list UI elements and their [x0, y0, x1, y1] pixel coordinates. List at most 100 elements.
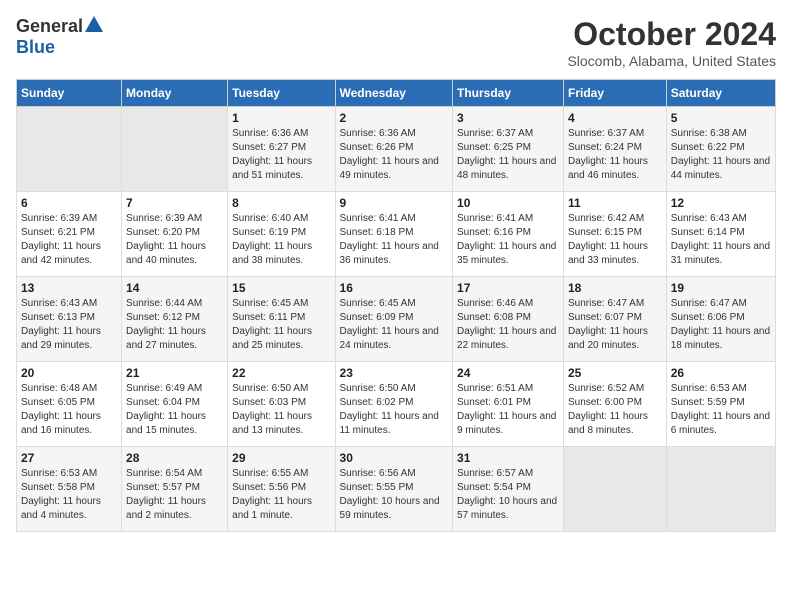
- table-row: 31 Sunrise: 6:57 AMSunset: 5:54 PMDaylig…: [453, 447, 564, 532]
- day-number: 27: [21, 451, 117, 465]
- day-info: Sunrise: 6:42 AMSunset: 6:15 PMDaylight:…: [568, 212, 662, 268]
- day-info: Sunrise: 6:43 AMSunset: 6:13 PMDaylight:…: [21, 297, 117, 353]
- day-info: Sunrise: 6:51 AMSunset: 6:01 PMDaylight:…: [457, 382, 559, 438]
- table-row: 19 Sunrise: 6:47 AMSunset: 6:06 PMDaylig…: [666, 277, 775, 362]
- day-info: Sunrise: 6:52 AMSunset: 6:00 PMDaylight:…: [568, 382, 662, 438]
- day-info: Sunrise: 6:47 AMSunset: 6:06 PMDaylight:…: [671, 297, 771, 353]
- day-info: Sunrise: 6:41 AMSunset: 6:18 PMDaylight:…: [340, 212, 449, 268]
- day-info: Sunrise: 6:45 AMSunset: 6:11 PMDaylight:…: [232, 297, 330, 353]
- day-info: Sunrise: 6:37 AMSunset: 6:24 PMDaylight:…: [568, 127, 662, 183]
- table-row: 7 Sunrise: 6:39 AMSunset: 6:20 PMDayligh…: [122, 192, 228, 277]
- day-number: 9: [340, 196, 449, 210]
- logo-bird-icon: [85, 16, 103, 37]
- table-row: 3 Sunrise: 6:37 AMSunset: 6:25 PMDayligh…: [453, 107, 564, 192]
- day-number: 18: [568, 281, 662, 295]
- table-row: 17 Sunrise: 6:46 AMSunset: 6:08 PMDaylig…: [453, 277, 564, 362]
- day-info: Sunrise: 6:45 AMSunset: 6:09 PMDaylight:…: [340, 297, 449, 353]
- day-info: Sunrise: 6:43 AMSunset: 6:14 PMDaylight:…: [671, 212, 771, 268]
- day-number: 19: [671, 281, 771, 295]
- day-number: 21: [126, 366, 223, 380]
- table-row: [122, 107, 228, 192]
- day-info: Sunrise: 6:39 AMSunset: 6:20 PMDaylight:…: [126, 212, 223, 268]
- table-row: 2 Sunrise: 6:36 AMSunset: 6:26 PMDayligh…: [335, 107, 453, 192]
- day-number: 31: [457, 451, 559, 465]
- day-number: 11: [568, 196, 662, 210]
- header-monday: Monday: [122, 80, 228, 107]
- day-number: 13: [21, 281, 117, 295]
- month-title: October 2024: [567, 16, 776, 53]
- day-number: 5: [671, 111, 771, 125]
- title-area: October 2024 Slocomb, Alabama, United St…: [567, 16, 776, 69]
- day-number: 24: [457, 366, 559, 380]
- day-info: Sunrise: 6:56 AMSunset: 5:55 PMDaylight:…: [340, 467, 449, 523]
- table-row: 9 Sunrise: 6:41 AMSunset: 6:18 PMDayligh…: [335, 192, 453, 277]
- day-number: 23: [340, 366, 449, 380]
- calendar-header: Sunday Monday Tuesday Wednesday Thursday…: [17, 80, 776, 107]
- day-info: Sunrise: 6:46 AMSunset: 6:08 PMDaylight:…: [457, 297, 559, 353]
- table-row: 22 Sunrise: 6:50 AMSunset: 6:03 PMDaylig…: [228, 362, 335, 447]
- day-number: 28: [126, 451, 223, 465]
- header-tuesday: Tuesday: [228, 80, 335, 107]
- day-number: 20: [21, 366, 117, 380]
- day-info: Sunrise: 6:50 AMSunset: 6:02 PMDaylight:…: [340, 382, 449, 438]
- day-number: 14: [126, 281, 223, 295]
- table-row: 16 Sunrise: 6:45 AMSunset: 6:09 PMDaylig…: [335, 277, 453, 362]
- header-wednesday: Wednesday: [335, 80, 453, 107]
- table-row: 28 Sunrise: 6:54 AMSunset: 5:57 PMDaylig…: [122, 447, 228, 532]
- day-number: 30: [340, 451, 449, 465]
- header-saturday: Saturday: [666, 80, 775, 107]
- table-row: 1 Sunrise: 6:36 AMSunset: 6:27 PMDayligh…: [228, 107, 335, 192]
- table-row: 10 Sunrise: 6:41 AMSunset: 6:16 PMDaylig…: [453, 192, 564, 277]
- day-number: 26: [671, 366, 771, 380]
- table-row: 27 Sunrise: 6:53 AMSunset: 5:58 PMDaylig…: [17, 447, 122, 532]
- day-number: 25: [568, 366, 662, 380]
- table-row: 14 Sunrise: 6:44 AMSunset: 6:12 PMDaylig…: [122, 277, 228, 362]
- day-number: 2: [340, 111, 449, 125]
- logo: General Blue: [16, 16, 103, 58]
- table-row: 30 Sunrise: 6:56 AMSunset: 5:55 PMDaylig…: [335, 447, 453, 532]
- day-info: Sunrise: 6:48 AMSunset: 6:05 PMDaylight:…: [21, 382, 117, 438]
- day-info: Sunrise: 6:41 AMSunset: 6:16 PMDaylight:…: [457, 212, 559, 268]
- table-row: 29 Sunrise: 6:55 AMSunset: 5:56 PMDaylig…: [228, 447, 335, 532]
- location-title: Slocomb, Alabama, United States: [567, 53, 776, 69]
- day-info: Sunrise: 6:44 AMSunset: 6:12 PMDaylight:…: [126, 297, 223, 353]
- table-row: 12 Sunrise: 6:43 AMSunset: 6:14 PMDaylig…: [666, 192, 775, 277]
- day-number: 12: [671, 196, 771, 210]
- table-row: 4 Sunrise: 6:37 AMSunset: 6:24 PMDayligh…: [564, 107, 667, 192]
- table-row: 13 Sunrise: 6:43 AMSunset: 6:13 PMDaylig…: [17, 277, 122, 362]
- day-number: 6: [21, 196, 117, 210]
- calendar-body: 1 Sunrise: 6:36 AMSunset: 6:27 PMDayligh…: [17, 107, 776, 532]
- header: General Blue October 2024 Slocomb, Alaba…: [16, 16, 776, 69]
- day-number: 16: [340, 281, 449, 295]
- table-row: 23 Sunrise: 6:50 AMSunset: 6:02 PMDaylig…: [335, 362, 453, 447]
- table-row: 15 Sunrise: 6:45 AMSunset: 6:11 PMDaylig…: [228, 277, 335, 362]
- header-thursday: Thursday: [453, 80, 564, 107]
- day-number: 29: [232, 451, 330, 465]
- day-number: 22: [232, 366, 330, 380]
- table-row: 21 Sunrise: 6:49 AMSunset: 6:04 PMDaylig…: [122, 362, 228, 447]
- day-number: 8: [232, 196, 330, 210]
- day-info: Sunrise: 6:50 AMSunset: 6:03 PMDaylight:…: [232, 382, 330, 438]
- table-row: 24 Sunrise: 6:51 AMSunset: 6:01 PMDaylig…: [453, 362, 564, 447]
- table-row: 11 Sunrise: 6:42 AMSunset: 6:15 PMDaylig…: [564, 192, 667, 277]
- logo-blue: Blue: [16, 37, 55, 57]
- day-info: Sunrise: 6:53 AMSunset: 5:59 PMDaylight:…: [671, 382, 771, 438]
- table-row: 25 Sunrise: 6:52 AMSunset: 6:00 PMDaylig…: [564, 362, 667, 447]
- day-info: Sunrise: 6:54 AMSunset: 5:57 PMDaylight:…: [126, 467, 223, 523]
- day-info: Sunrise: 6:36 AMSunset: 6:26 PMDaylight:…: [340, 127, 449, 183]
- day-info: Sunrise: 6:55 AMSunset: 5:56 PMDaylight:…: [232, 467, 330, 523]
- table-row: 18 Sunrise: 6:47 AMSunset: 6:07 PMDaylig…: [564, 277, 667, 362]
- day-number: 7: [126, 196, 223, 210]
- day-info: Sunrise: 6:36 AMSunset: 6:27 PMDaylight:…: [232, 127, 330, 183]
- day-number: 15: [232, 281, 330, 295]
- day-number: 1: [232, 111, 330, 125]
- table-row: [564, 447, 667, 532]
- day-info: Sunrise: 6:40 AMSunset: 6:19 PMDaylight:…: [232, 212, 330, 268]
- day-info: Sunrise: 6:39 AMSunset: 6:21 PMDaylight:…: [21, 212, 117, 268]
- day-number: 3: [457, 111, 559, 125]
- day-info: Sunrise: 6:37 AMSunset: 6:25 PMDaylight:…: [457, 127, 559, 183]
- day-info: Sunrise: 6:57 AMSunset: 5:54 PMDaylight:…: [457, 467, 559, 523]
- table-row: [666, 447, 775, 532]
- table-row: 8 Sunrise: 6:40 AMSunset: 6:19 PMDayligh…: [228, 192, 335, 277]
- header-friday: Friday: [564, 80, 667, 107]
